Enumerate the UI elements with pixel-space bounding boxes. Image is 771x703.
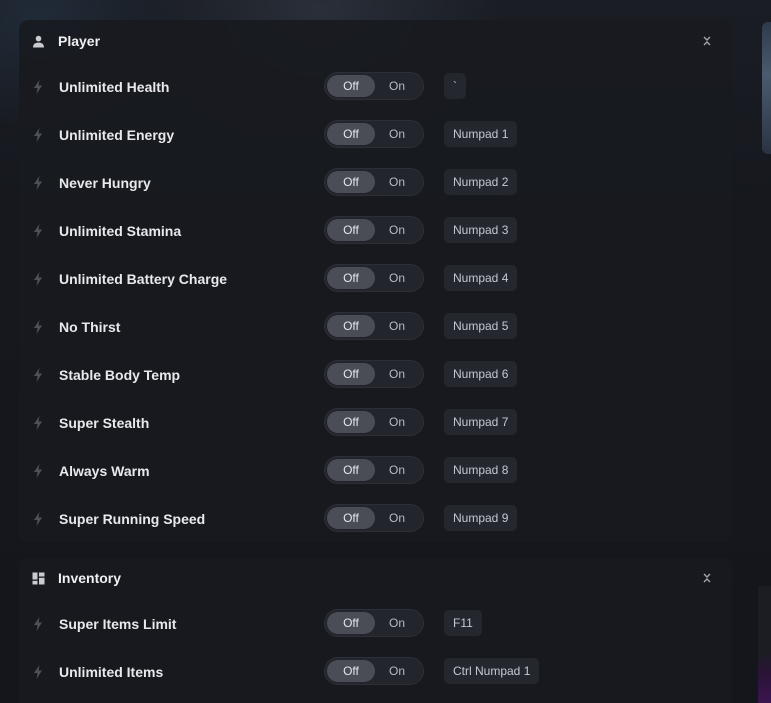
cheat-row: Stable Body Temp Off On Numpad 6 xyxy=(19,360,732,390)
toggle-off-option[interactable]: Off xyxy=(327,363,375,385)
toggle-off-option[interactable]: Off xyxy=(327,660,375,682)
cheat-label: Unlimited Stamina xyxy=(59,223,182,239)
hotkey-badge[interactable]: Numpad 8 xyxy=(444,457,518,483)
trainer-panel: Player Unlimited Health Off On ` Unlimit… xyxy=(0,0,771,703)
bolt-icon xyxy=(34,320,42,334)
section-header-player[interactable]: Player xyxy=(19,23,732,59)
cheat-row: Super Items Limit Off On F11 xyxy=(19,609,732,639)
cheat-row: Always Warm Off On Numpad 8 xyxy=(19,456,732,486)
toggle-off-option[interactable]: Off xyxy=(327,459,375,481)
cheat-label: Never Hungry xyxy=(59,175,151,191)
cheat-label: Unlimited Items xyxy=(59,664,164,680)
toggle-off-option[interactable]: Off xyxy=(327,507,375,529)
cheat-label: Super Items Limit xyxy=(59,616,177,632)
off-on-toggle[interactable]: Off On xyxy=(324,504,424,532)
hotkey-badge[interactable]: Numpad 7 xyxy=(444,409,518,435)
toggle-on-option[interactable]: On xyxy=(373,363,421,385)
toggle-off-option[interactable]: Off xyxy=(327,219,375,241)
toggle-on-option[interactable]: On xyxy=(373,411,421,433)
cheat-label: Unlimited Health xyxy=(59,79,170,95)
bolt-icon xyxy=(34,617,42,631)
section-title: Inventory xyxy=(58,570,122,586)
hotkey-badge[interactable]: Numpad 6 xyxy=(444,361,518,387)
cheat-row: Unlimited Stamina Off On Numpad 3 xyxy=(19,216,732,246)
toggle-off-option[interactable]: Off xyxy=(327,411,375,433)
bolt-icon xyxy=(34,176,42,190)
side-thumbnail xyxy=(762,22,771,154)
hotkey-badge[interactable]: Numpad 3 xyxy=(444,217,518,243)
collapse-chevrons-icon[interactable] xyxy=(700,571,714,585)
off-on-toggle[interactable]: Off On xyxy=(324,72,424,100)
toggle-off-option[interactable]: Off xyxy=(327,267,375,289)
hotkey-badge[interactable]: Numpad 4 xyxy=(444,265,518,291)
bolt-icon xyxy=(34,416,42,430)
hotkey-badge[interactable]: Numpad 2 xyxy=(444,169,518,195)
cheat-row: Unlimited Health Off On ` xyxy=(19,72,732,102)
hotkey-badge[interactable]: Numpad 9 xyxy=(444,505,518,531)
section-player: Player Unlimited Health Off On ` Unlimit… xyxy=(19,20,732,542)
off-on-toggle[interactable]: Off On xyxy=(324,216,424,244)
bolt-icon xyxy=(34,272,42,286)
bolt-icon xyxy=(34,665,42,679)
section-inventory: Inventory Super Items Limit Off On F11 U… xyxy=(19,558,732,703)
cheat-row: Unlimited Items Off On Ctrl Numpad 1 xyxy=(19,657,732,687)
toggle-on-option[interactable]: On xyxy=(373,171,421,193)
off-on-toggle[interactable]: Off On xyxy=(324,456,424,484)
toggle-on-option[interactable]: On xyxy=(373,459,421,481)
bolt-icon xyxy=(34,128,42,142)
toggle-off-option[interactable]: Off xyxy=(327,171,375,193)
toggle-on-option[interactable]: On xyxy=(373,123,421,145)
hotkey-badge[interactable]: Numpad 5 xyxy=(444,313,518,339)
cheat-label: Always Warm xyxy=(59,463,150,479)
cheat-label: Super Running Speed xyxy=(59,511,206,527)
bolt-icon xyxy=(34,224,42,238)
toggle-off-option[interactable]: Off xyxy=(327,75,375,97)
toggle-off-option[interactable]: Off xyxy=(327,123,375,145)
toggle-on-option[interactable]: On xyxy=(373,315,421,337)
hotkey-badge[interactable]: Ctrl Numpad 1 xyxy=(444,658,540,684)
toggle-off-option[interactable]: Off xyxy=(327,315,375,337)
off-on-toggle[interactable]: Off On xyxy=(324,168,424,196)
cheat-row: Super Running Speed Off On Numpad 9 xyxy=(19,504,732,534)
toggle-on-option[interactable]: On xyxy=(373,219,421,241)
cheat-label: Unlimited Energy xyxy=(59,127,175,143)
toggle-on-option[interactable]: On xyxy=(373,267,421,289)
cheat-row: Unlimited Battery Charge Off On Numpad 4 xyxy=(19,264,732,294)
cheat-row: No Thirst Off On Numpad 5 xyxy=(19,312,732,342)
toggle-off-option[interactable]: Off xyxy=(327,612,375,634)
toggle-on-option[interactable]: On xyxy=(373,660,421,682)
toggle-on-option[interactable]: On xyxy=(373,612,421,634)
cheat-row: Never Hungry Off On Numpad 2 xyxy=(19,168,732,198)
cheat-label: Super Stealth xyxy=(59,415,150,431)
cheat-label: No Thirst xyxy=(59,319,121,335)
cheat-row: Super Stealth Off On Numpad 7 xyxy=(19,408,732,438)
toggle-on-option[interactable]: On xyxy=(373,75,421,97)
person-icon xyxy=(31,34,45,48)
off-on-toggle[interactable]: Off On xyxy=(324,264,424,292)
off-on-toggle[interactable]: Off On xyxy=(324,408,424,436)
hotkey-badge[interactable]: Numpad 1 xyxy=(444,121,518,147)
toggle-on-option[interactable]: On xyxy=(373,507,421,529)
collapse-chevrons-icon[interactable] xyxy=(700,34,714,48)
cheat-label: Stable Body Temp xyxy=(59,367,181,383)
section-title: Player xyxy=(58,33,101,49)
hotkey-badge[interactable]: ` xyxy=(444,73,466,99)
cheat-row: Unlimited Energy Off On Numpad 1 xyxy=(19,120,732,150)
side-strip xyxy=(758,586,771,703)
off-on-toggle[interactable]: Off On xyxy=(324,312,424,340)
bolt-icon xyxy=(34,80,42,94)
off-on-toggle[interactable]: Off On xyxy=(324,120,424,148)
hotkey-badge[interactable]: F11 xyxy=(444,610,482,636)
off-on-toggle[interactable]: Off On xyxy=(324,609,424,637)
cheat-label: Unlimited Battery Charge xyxy=(59,271,228,287)
off-on-toggle[interactable]: Off On xyxy=(324,657,424,685)
bolt-icon xyxy=(34,368,42,382)
section-header-inventory[interactable]: Inventory xyxy=(19,560,732,596)
bolt-icon xyxy=(34,512,42,526)
bolt-icon xyxy=(34,464,42,478)
off-on-toggle[interactable]: Off On xyxy=(324,360,424,388)
dashboard-grid-icon xyxy=(31,571,45,585)
